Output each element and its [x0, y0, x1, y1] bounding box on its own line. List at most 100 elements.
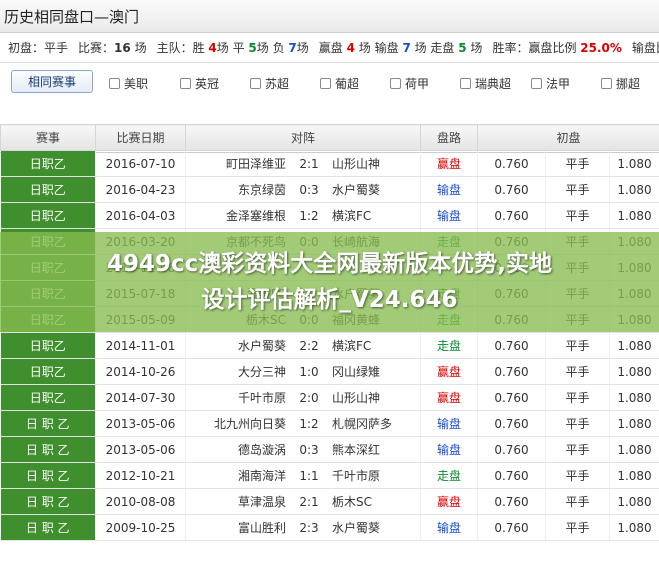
result-cell: 输盘: [420, 202, 478, 229]
window-title-bar: 历史相同盘口—澳门: [0, 0, 659, 33]
column-header-league[interactable]: 赛事: [0, 124, 96, 151]
result-cell: 赢盘: [420, 358, 478, 385]
column-header-opening-line[interactable]: 初盘: [476, 124, 659, 151]
stats-value: 场 走盘: [410, 41, 459, 55]
stats-label: 赢盘: [318, 41, 347, 55]
away-team[interactable]: 山形山神: [332, 155, 402, 172]
checkbox-box[interactable]: [180, 78, 191, 89]
home-team[interactable]: 东京绿茵: [204, 181, 286, 198]
away-team[interactable]: 冈山绿雉: [332, 363, 402, 380]
match-history-table: 赛事 比赛日期 对阵 盘路 初盘 日职乙 2016-07-10 町田泽维亚 2:1 山形…: [0, 124, 659, 541]
away-team[interactable]: 山形山神: [332, 389, 402, 406]
matchup-cell[interactable]: 东京绿茵 0:3 水户蜀葵: [185, 176, 421, 203]
stats-value: 7: [288, 41, 297, 55]
column-header-date[interactable]: 比赛日期: [95, 124, 186, 151]
home-team[interactable]: 千叶市原: [204, 389, 286, 406]
column-header-result[interactable]: 盘路: [420, 124, 478, 151]
home-team[interactable]: 金泽塞维根: [204, 207, 286, 224]
table-row[interactable]: 日 职 乙 2010-08-08 草津温泉 2:1 栃木SC 赢盘 0.760 平手 1.080: [0, 488, 659, 515]
away-team[interactable]: 熊本深红: [332, 441, 402, 458]
matchup-cell[interactable]: 千叶市原 2:0 山形山神: [185, 384, 421, 411]
table-row[interactable]: 日职乙 2014-07-30 千叶市原 2:0 山形山神 赢盘 0.760 平手 1.080: [0, 384, 659, 411]
league-checkbox-3[interactable]: 葡超: [320, 75, 359, 92]
home-team[interactable]: 草津温泉: [204, 493, 286, 510]
column-header-matchup[interactable]: 对阵: [185, 124, 421, 151]
table-row[interactable]: 日 职 乙 2013-05-06 北九州向日葵 1:2 札幌冈萨多 输盘 0.760 平手 1.…: [0, 410, 659, 437]
home-team[interactable]: 町田泽维亚: [204, 155, 286, 172]
matchup-cell[interactable]: 水户蜀葵 2:2 横滨FC: [185, 332, 421, 359]
date-cell: 2013-05-06: [95, 436, 186, 463]
league-cell[interactable]: 日 职 乙: [0, 436, 96, 463]
league-cell[interactable]: 日 职 乙: [0, 410, 96, 437]
league-checkbox-6[interactable]: 法甲: [531, 75, 570, 92]
league-cell[interactable]: 日 职 乙: [0, 462, 96, 489]
away-odds-cell: 1.080: [609, 462, 659, 489]
handicap-cell: 平手: [545, 462, 610, 489]
table-row[interactable]: 日职乙 2014-11-01 水户蜀葵 2:2 横滨FC 走盘 0.760 平手 1.080: [0, 332, 659, 359]
checkbox-box[interactable]: [531, 78, 542, 89]
date-cell: 2012-10-21: [95, 462, 186, 489]
handicap-cell: 平手: [545, 150, 610, 177]
matchup-cell[interactable]: 湘南海洋 1:1 千叶市原: [185, 462, 421, 489]
checkbox-box[interactable]: [320, 78, 331, 89]
matchup-cell[interactable]: 町田泽维亚 2:1 山形山神: [185, 150, 421, 177]
home-team[interactable]: 北九州向日葵: [204, 415, 286, 432]
league-checkbox-5[interactable]: 瑞典超: [460, 75, 511, 92]
away-team[interactable]: 千叶市原: [332, 467, 402, 484]
league-cell[interactable]: 日职乙: [0, 176, 96, 203]
away-team[interactable]: 札幌冈萨多: [332, 415, 402, 432]
home-team[interactable]: 水户蜀葵: [204, 337, 286, 354]
league-cell[interactable]: 日职乙: [0, 332, 96, 359]
table-row[interactable]: 日职乙 2016-07-10 町田泽维亚 2:1 山形山神 赢盘 0.760 平手 1.080: [0, 150, 659, 177]
stats-label: 主队：: [156, 41, 193, 55]
away-team[interactable]: 水户蜀葵: [332, 519, 402, 536]
league-checkbox-1[interactable]: 英冠: [180, 75, 219, 92]
league-checkbox-2[interactable]: 苏超: [250, 75, 289, 92]
stats-value: 4: [346, 41, 355, 55]
checkbox-box[interactable]: [250, 78, 261, 89]
table-row[interactable]: 日 职 乙 2009-10-25 富山胜利 2:3 水户蜀葵 输盘 0.760 平手 1.080: [0, 514, 659, 541]
matchup-cell[interactable]: 富山胜利 2:3 水户蜀葵: [185, 514, 421, 541]
table-row[interactable]: 日职乙 2016-04-03 金泽塞维根 1:2 横滨FC 输盘 0.760 平手 1.080: [0, 202, 659, 229]
away-team[interactable]: 横滨FC: [332, 337, 402, 354]
handicap-cell: 平手: [545, 514, 610, 541]
stats-value: 4: [208, 41, 217, 55]
home-odds-cell: 0.760: [477, 358, 546, 385]
league-cell[interactable]: 日职乙: [0, 150, 96, 177]
home-team[interactable]: 大分三神: [204, 363, 286, 380]
league-cell[interactable]: 日职乙: [0, 202, 96, 229]
matchup-cell[interactable]: 金泽塞维根 1:2 横滨FC: [185, 202, 421, 229]
same-event-button[interactable]: 相同赛事: [11, 70, 93, 93]
home-team[interactable]: 湘南海洋: [204, 467, 286, 484]
matchup-cell[interactable]: 草津温泉 2:1 栃木SC: [185, 488, 421, 515]
checkbox-box[interactable]: [460, 78, 471, 89]
score: 1:2: [299, 417, 319, 431]
home-odds-cell: 0.760: [477, 410, 546, 437]
league-cell[interactable]: 日职乙: [0, 384, 96, 411]
league-cell[interactable]: 日 职 乙: [0, 514, 96, 541]
table-row[interactable]: 日 职 乙 2013-05-06 德岛漩涡 0:3 熊本深红 输盘 0.760 平手 1.080: [0, 436, 659, 463]
result-cell: 输盘: [420, 436, 478, 463]
checkbox-box[interactable]: [601, 78, 612, 89]
league-checkbox-7[interactable]: 挪超: [601, 75, 640, 92]
league-checkbox-4[interactable]: 荷甲: [390, 75, 429, 92]
checkbox-box[interactable]: [390, 78, 401, 89]
league-cell[interactable]: 日 职 乙: [0, 488, 96, 515]
table-row[interactable]: 日职乙 2014-10-26 大分三神 1:0 冈山绿雉 赢盘 0.760 平手 1.080: [0, 358, 659, 385]
matchup-cell[interactable]: 大分三神 1:0 冈山绿雉: [185, 358, 421, 385]
checkbox-box[interactable]: [109, 78, 120, 89]
page-title: 历史相同盘口—澳门: [4, 7, 140, 26]
league-checkbox-0[interactable]: 美职: [109, 75, 148, 92]
table-row[interactable]: 日 职 乙 2012-10-21 湘南海洋 1:1 千叶市原 走盘 0.760 平手 1.080: [0, 462, 659, 489]
home-team[interactable]: 德岛漩涡: [204, 441, 286, 458]
stats-summary-bar: 初盘：平手 比赛：16 场主队：胜 4场 平 5场 负 7场 赢盘 4 场 输盘 7…: [0, 33, 659, 63]
away-team[interactable]: 栃木SC: [332, 493, 402, 510]
league-cell[interactable]: 日职乙: [0, 358, 96, 385]
away-team[interactable]: 横滨FC: [332, 207, 402, 224]
stats-value: 16: [114, 41, 131, 55]
table-row[interactable]: 日职乙 2016-04-23 东京绿茵 0:3 水户蜀葵 输盘 0.760 平手 1.080: [0, 176, 659, 203]
away-team[interactable]: 水户蜀葵: [332, 181, 402, 198]
home-team[interactable]: 富山胜利: [204, 519, 286, 536]
matchup-cell[interactable]: 德岛漩涡 0:3 熊本深红: [185, 436, 421, 463]
matchup-cell[interactable]: 北九州向日葵 1:2 札幌冈萨多: [185, 410, 421, 437]
